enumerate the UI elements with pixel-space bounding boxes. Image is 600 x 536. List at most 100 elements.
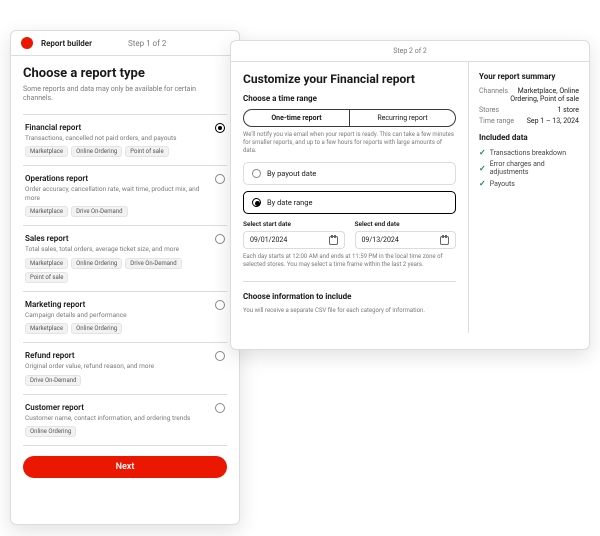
channel-chip-row: Drive On-Demand [25, 375, 211, 386]
channel-chip: Drive On-Demand [125, 258, 181, 269]
report-type-desc: Total sales, total orders, average ticke… [25, 245, 211, 253]
calendar-icon [440, 236, 449, 245]
report-type-title: Marketing report [25, 300, 211, 309]
radio-icon [215, 123, 225, 133]
included-item: ✓ Transactions breakdown [479, 148, 579, 157]
report-type-option[interactable]: Financial report Transactions, cancelled … [23, 114, 227, 165]
report-type-list: Financial report Transactions, cancelled … [23, 114, 227, 446]
summary-key: Time range [479, 117, 514, 125]
next-button[interactable]: Next [23, 456, 227, 478]
channel-chip: Marketplace [25, 323, 68, 334]
page-title: Choose a report type [23, 66, 227, 81]
included-item: ✓ Error charges and adjustments [479, 160, 579, 176]
right-step: Step 2 of 2 [231, 41, 589, 62]
end-date-input[interactable]: 09/13/2024 [355, 231, 457, 249]
summary-key: Stores [479, 106, 499, 114]
page-subtitle: Some reports and data may only be availa… [23, 85, 227, 104]
info-section: Choose information to include You will r… [243, 281, 456, 315]
report-type-desc: Transactions, cancelled not paid orders,… [25, 134, 211, 142]
channel-chip-row: MarketplaceDrive On-Demand [25, 206, 211, 217]
included-label: Transactions breakdown [490, 149, 566, 157]
channel-chip: Marketplace [25, 146, 68, 157]
summary-value: Marketplace, Online Ordering, Point of s… [508, 87, 579, 103]
option-label: By date range [267, 198, 313, 207]
start-date-value: 09/01/2024 [250, 236, 287, 244]
radio-icon [252, 169, 261, 178]
radio-icon [215, 234, 225, 244]
check-icon: ✓ [479, 148, 486, 157]
report-type-desc: Order accuracy, cancellation rate, wait … [25, 185, 211, 202]
report-type-title: Refund report [25, 351, 211, 360]
option-label: By payout date [267, 169, 316, 178]
channel-chip: Marketplace [25, 206, 68, 217]
report-type-desc: Campaign details and performance [25, 311, 211, 319]
channel-chip-row: Online Ordering [25, 426, 211, 437]
summary-row: Time range Sep 1 – 13, 2024 [479, 117, 579, 125]
step2-panel: Step 2 of 2 Customize your Financial rep… [230, 40, 590, 350]
step1-panel: Report builder Step 1 of 2 Choose a repo… [10, 30, 240, 525]
summary-title: Your report summary [479, 72, 579, 81]
summary-sidebar: Your report summary ChannelsMarketplace,… [469, 62, 589, 333]
included-item: ✓ Payouts [479, 179, 579, 188]
header-title: Report builder [41, 39, 92, 48]
right-title: Customize your Financial report [243, 72, 456, 86]
notify-text: We'll notify you via email when your rep… [243, 131, 456, 154]
channel-chip: Point of sale [25, 272, 68, 283]
tab-recurring[interactable]: Recurring report [349, 110, 455, 126]
channel-chip: Online Ordering [71, 258, 122, 269]
right-main: Customize your Financial report Choose a… [231, 62, 469, 333]
report-type-option[interactable]: Marketing report Campaign details and per… [23, 291, 227, 342]
next-button-label: Next [116, 462, 135, 472]
channel-chip-row: MarketplaceOnline OrderingPoint of sale [25, 146, 211, 157]
channel-chip: Drive On-Demand [25, 375, 81, 386]
channel-chip: Marketplace [25, 258, 68, 269]
channel-chip: Point of sale [125, 146, 168, 157]
report-type-option[interactable]: Sales reportTotal sales, total orders, a… [23, 225, 227, 290]
report-type-title: Financial report [25, 123, 211, 132]
summary-row: ChannelsMarketplace, Online Ordering, Po… [479, 87, 579, 103]
channel-chip-row: MarketplaceOnline OrderingDrive On-Deman… [25, 258, 211, 283]
info-heading: Choose information to include [243, 292, 456, 301]
check-icon: ✓ [479, 164, 486, 173]
radio-icon [215, 300, 225, 310]
summary-value: 1 store [557, 106, 579, 114]
start-date-label: Select start date [243, 220, 345, 228]
end-date-label: Select end date [355, 220, 457, 228]
report-type-option[interactable]: Customer report Customer name, contact in… [23, 394, 227, 446]
report-type-option[interactable]: Operations report Order accuracy, cancell… [23, 165, 227, 225]
included-label: Error charges and adjustments [490, 160, 579, 176]
summary-value: Sep 1 – 13, 2024 [527, 117, 579, 125]
report-type-option[interactable]: Refund report Original order value, refun… [23, 342, 227, 393]
radio-icon [215, 174, 225, 184]
report-type-title: Operations report [25, 174, 211, 183]
summary-row: Stores 1 store [479, 106, 579, 114]
summary-key: Channels [479, 87, 508, 103]
option-by-date-range[interactable]: By date range [243, 191, 456, 214]
doordash-logo-icon [21, 37, 33, 49]
radio-icon [215, 403, 225, 413]
start-date-input[interactable]: 09/01/2024 [243, 231, 345, 249]
channel-chip: Drive On-Demand [71, 206, 127, 217]
radio-icon [215, 351, 225, 361]
left-header: Report builder Step 1 of 2 [11, 31, 239, 56]
report-type-desc: Customer name, contact information, and … [25, 414, 211, 422]
channel-chip: Online Ordering [71, 323, 122, 334]
channel-chip: Online Ordering [71, 146, 122, 157]
end-date-value: 09/13/2024 [362, 236, 399, 244]
date-range-row: Select start date 09/01/2024 Select end … [243, 220, 456, 249]
header-step: Step 1 of 2 [128, 39, 166, 48]
channel-chip: Online Ordering [25, 426, 76, 437]
date-footnote: Each day starts at 12:00 AM and ends at … [243, 253, 456, 269]
check-icon: ✓ [479, 179, 486, 188]
left-body: Choose a report type Some reports and da… [11, 56, 239, 446]
report-frequency-toggle: One-time report Recurring report [243, 109, 456, 127]
calendar-icon [329, 236, 338, 245]
option-by-payout-date[interactable]: By payout date [243, 162, 456, 185]
report-type-desc: Original order value, refund reason, and… [25, 362, 211, 370]
included-label: Payouts [490, 180, 515, 188]
info-sub: You will receive a separate CSV file for… [243, 307, 456, 315]
radio-icon [252, 198, 261, 207]
report-type-title: Customer report [25, 403, 211, 412]
tab-one-time[interactable]: One-time report [244, 110, 349, 126]
range-heading: Choose a time range [243, 94, 456, 103]
